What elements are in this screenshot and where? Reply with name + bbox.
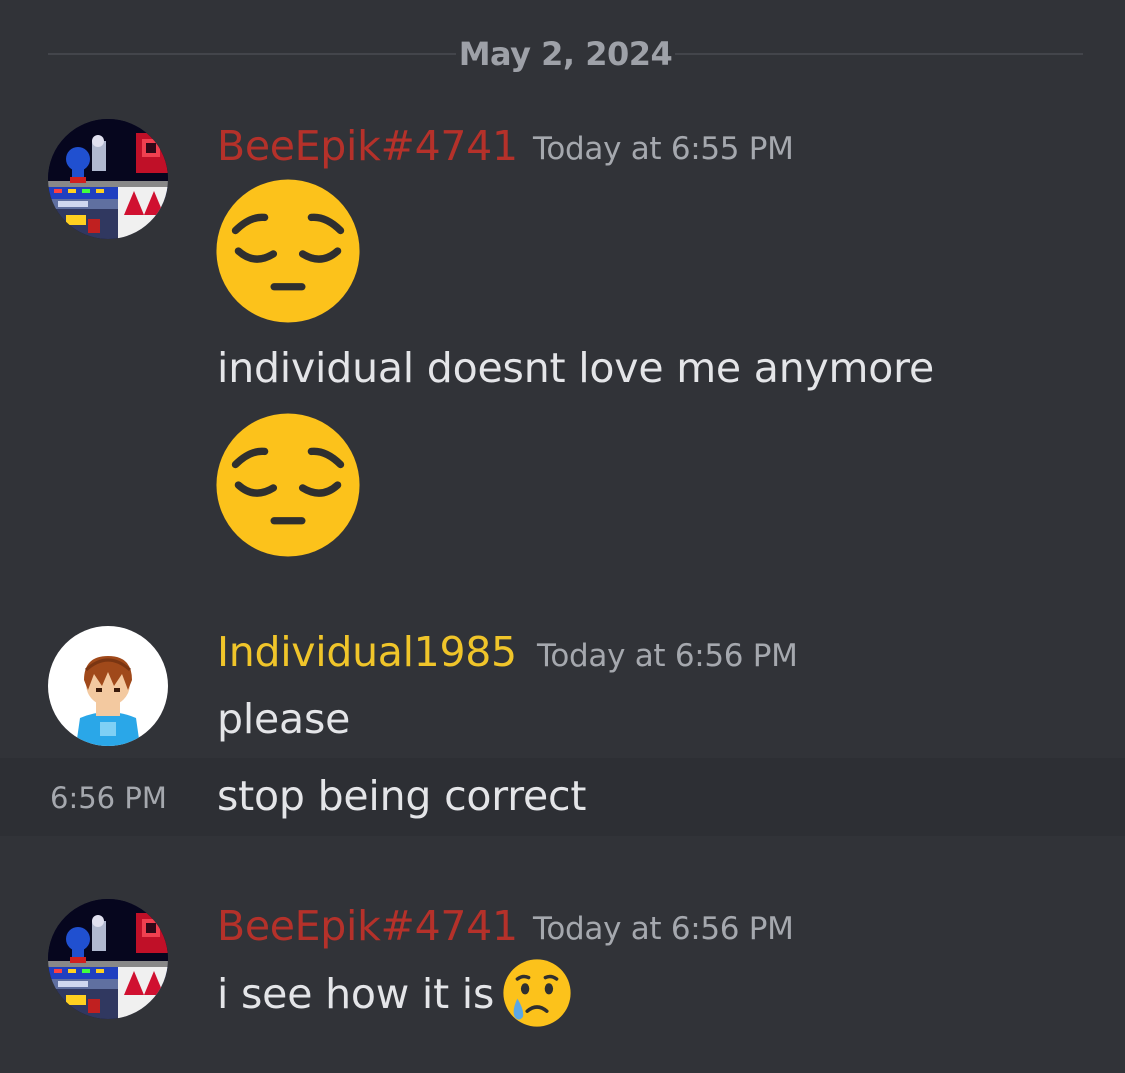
author-name[interactable]: BeeEpik#4741 — [217, 901, 518, 951]
date-divider-label: May 2, 2024 — [458, 35, 673, 73]
sonic-pixel-art-avatar-icon — [48, 119, 168, 239]
message-text: individual doesnt love me anymore — [217, 344, 934, 392]
author-name[interactable]: Individual1985 — [217, 627, 517, 677]
author-name[interactable]: BeeEpik#4741 — [217, 121, 518, 171]
message-timestamp: Today at 6:55 PM — [533, 131, 794, 167]
message-text: i see how it is — [217, 970, 495, 1018]
cartoon-boy-avatar-icon — [48, 626, 168, 746]
hover-timestamp: 6:56 PM — [50, 781, 167, 815]
pensive-face-icon — [216, 179, 360, 323]
divider-line-left — [48, 53, 456, 55]
message-text-row: i see how it is — [217, 959, 572, 1028]
avatar[interactable] — [48, 119, 168, 239]
message-text: stop being correct — [217, 772, 587, 820]
sonic-pixel-art-avatar-icon — [48, 899, 168, 1019]
message-text: please — [217, 695, 351, 743]
message-timestamp: Today at 6:56 PM — [537, 638, 798, 674]
pensive-face-icon — [216, 413, 360, 557]
avatar[interactable] — [48, 626, 168, 746]
divider-line-right — [675, 53, 1083, 55]
chat-view: May 2, 2024 BeeEpik#4741 Today at 6:55 P… — [0, 0, 1125, 1073]
crying-face-icon — [503, 959, 571, 1027]
avatar[interactable] — [48, 899, 168, 1019]
date-divider: May 2, 2024 — [48, 30, 1083, 78]
message-timestamp: Today at 6:56 PM — [533, 911, 794, 947]
